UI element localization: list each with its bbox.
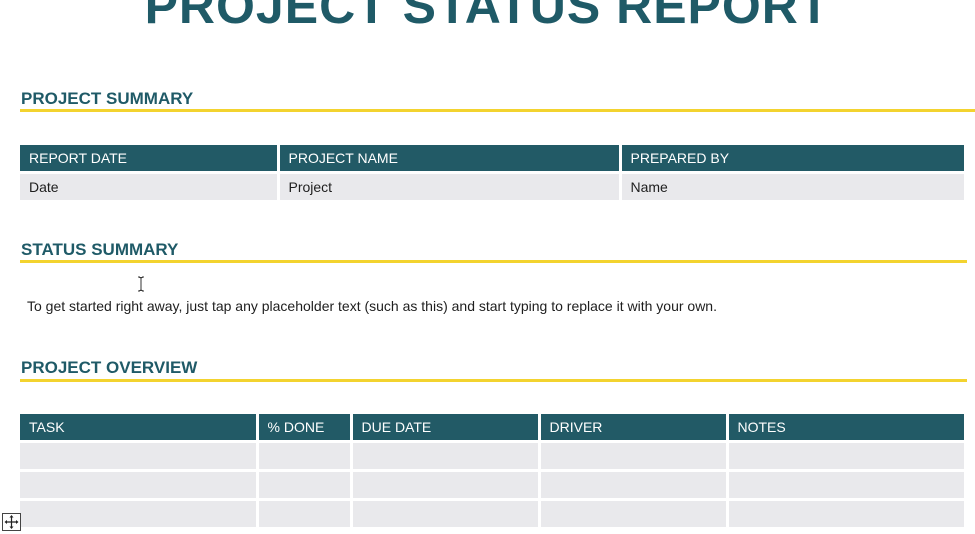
cell-notes[interactable] <box>727 440 964 471</box>
table-header-row: TASK % DONE DUE DATE DRIVER NOTES <box>20 414 964 442</box>
cell-due-date[interactable] <box>351 440 541 471</box>
table-row <box>20 498 964 527</box>
project-summary-table[interactable]: REPORT DATE PROJECT NAME PREPARED BY Dat… <box>20 145 964 200</box>
header-prepared-by[interactable]: PREPARED BY <box>620 145 964 173</box>
status-summary-rule <box>20 260 967 263</box>
cell-prepared-by[interactable]: Name <box>620 171 964 200</box>
cell-due-date[interactable] <box>351 469 541 500</box>
header-notes[interactable]: NOTES <box>727 414 964 442</box>
cell-percent-done[interactable] <box>257 498 353 527</box>
header-driver[interactable]: DRIVER <box>539 414 729 442</box>
project-summary-rule <box>20 109 975 112</box>
cell-percent-done[interactable] <box>257 440 353 471</box>
cell-task[interactable] <box>20 440 259 471</box>
header-percent-done[interactable]: % DONE <box>257 414 353 442</box>
project-summary-heading[interactable]: PROJECT SUMMARY <box>21 89 193 109</box>
table-row: Date Project Name <box>20 171 964 200</box>
status-summary-text[interactable]: To get started right away, just tap any … <box>27 298 717 314</box>
cell-percent-done[interactable] <box>257 469 353 500</box>
header-report-date[interactable]: REPORT DATE <box>20 145 280 173</box>
header-task[interactable]: TASK <box>20 414 259 442</box>
header-project-name[interactable]: PROJECT NAME <box>278 145 622 173</box>
cell-task[interactable] <box>20 498 259 527</box>
project-overview-heading[interactable]: PROJECT OVERVIEW <box>21 358 197 378</box>
table-row <box>20 469 964 500</box>
table-header-row: REPORT DATE PROJECT NAME PREPARED BY <box>20 145 964 173</box>
cell-task[interactable] <box>20 469 259 500</box>
cell-driver[interactable] <box>539 469 729 500</box>
move-arrows-icon[interactable] <box>2 513 21 531</box>
status-summary-heading[interactable]: STATUS SUMMARY <box>21 240 178 260</box>
cell-project-name[interactable]: Project <box>278 171 622 200</box>
i-beam-cursor-icon <box>138 276 144 292</box>
cell-driver[interactable] <box>539 498 729 527</box>
table-row <box>20 440 964 471</box>
cell-notes[interactable] <box>727 469 964 500</box>
project-overview-table[interactable]: TASK % DONE DUE DATE DRIVER NOTES <box>20 414 964 527</box>
cell-notes[interactable] <box>727 498 964 527</box>
cell-driver[interactable] <box>539 440 729 471</box>
cell-due-date[interactable] <box>351 498 541 527</box>
document-title[interactable]: PROJECT STATUS REPORT <box>0 0 975 36</box>
cell-report-date[interactable]: Date <box>20 171 280 200</box>
header-due-date[interactable]: DUE DATE <box>351 414 541 442</box>
project-overview-rule <box>20 379 967 382</box>
